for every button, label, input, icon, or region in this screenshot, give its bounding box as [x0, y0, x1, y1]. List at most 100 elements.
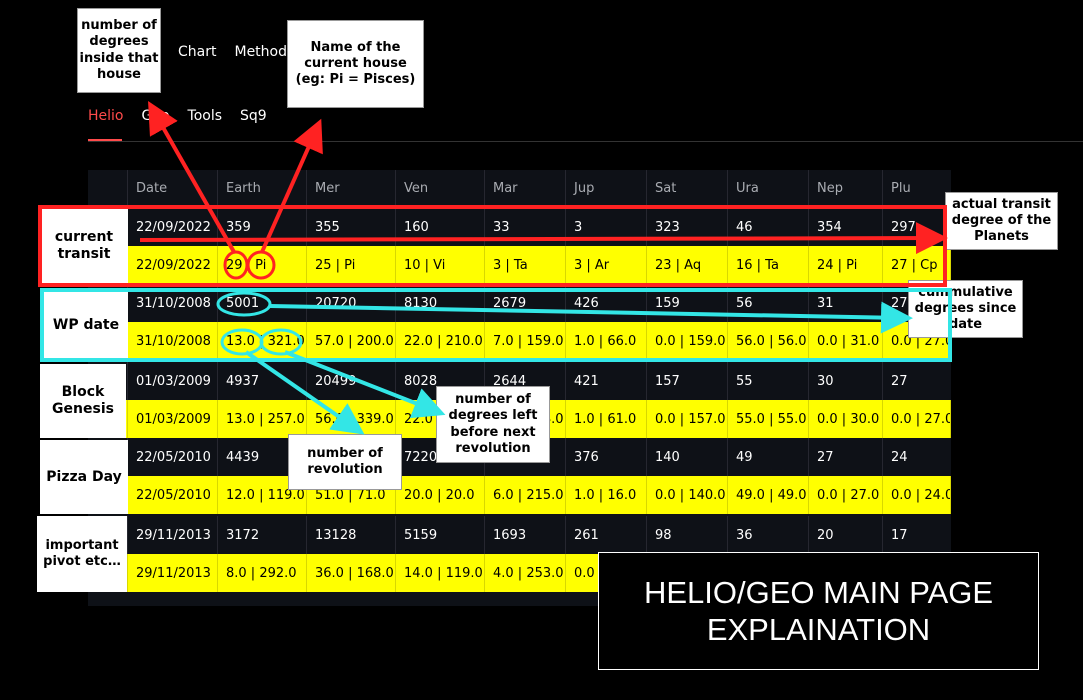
table-cell[interactable]: 376 [566, 438, 647, 476]
table-cell[interactable]: 1.0 | 66.0 [566, 322, 647, 360]
table-cell[interactable]: 31 [809, 284, 883, 322]
table-cell[interactable]: 3 | Ar [566, 246, 647, 284]
header-cell[interactable]: Ura [728, 170, 809, 206]
table-cell[interactable]: 0.0 | 140.0 [647, 476, 728, 514]
table-cell[interactable]: 6.0 | 215.0 [485, 476, 566, 514]
table-cell[interactable]: 98 [647, 516, 728, 554]
table-cell[interactable]: 14.0 | 119.0 [396, 554, 485, 592]
table-cell[interactable]: 0.0 | 30.0 [809, 400, 883, 438]
table-row[interactable]: 22/05/2010 12.0 | 119.0 51.0 | 71.0 20.0 | … [88, 476, 951, 514]
table-cell[interactable]: 426 [566, 284, 647, 322]
header-cell[interactable]: Nep [809, 170, 883, 206]
table-cell[interactable]: 5159 [396, 516, 485, 554]
header-cell[interactable]: Mer [307, 170, 396, 206]
table-cell[interactable]: 56.0 | 339.0 [307, 400, 396, 438]
table-cell[interactable]: 29 | Pi [218, 246, 307, 284]
table-cell[interactable]: 0.0 | 157.0 [647, 400, 728, 438]
table-cell[interactable]: 13128 [307, 516, 396, 554]
table-cell[interactable]: 16 | Ta [728, 246, 809, 284]
nav-chart[interactable]: Chart [178, 44, 216, 60]
table-cell[interactable]: 25 | Pi [307, 246, 396, 284]
table-cell[interactable]: 0.0 | 27.0 [809, 476, 883, 514]
table-cell[interactable]: 55 [728, 362, 809, 400]
table-cell[interactable]: 2679 [485, 284, 566, 322]
tab-tools[interactable]: Tools [188, 108, 223, 124]
table-cell[interactable]: 5001 [218, 284, 307, 322]
table-cell[interactable]: 56 [728, 284, 809, 322]
table-row[interactable]: 22/09/2022 359 355 160 33 3 323 46 354 297 [88, 208, 951, 246]
table-cell[interactable]: 56.0 | 56.0 [728, 322, 809, 360]
table-cell[interactable]: 22.0 | 210.0 [396, 322, 485, 360]
table-cell[interactable]: 36.0 | 168.0 [307, 554, 396, 592]
table-cell[interactable]: 27 [809, 438, 883, 476]
table-cell[interactable]: 49 [728, 438, 809, 476]
table-cell[interactable]: 421 [566, 362, 647, 400]
table-cell[interactable]: 24 | Pi [809, 246, 883, 284]
table-cell[interactable]: 20499 [307, 362, 396, 400]
table-cell[interactable]: 140 [647, 438, 728, 476]
header-cell[interactable]: Ven [396, 170, 485, 206]
table-cell[interactable]: 3172 [218, 516, 307, 554]
table-cell[interactable]: 20 [809, 516, 883, 554]
table-cell[interactable]: 157 [647, 362, 728, 400]
table-cell[interactable]: 22/05/2010 [128, 438, 218, 476]
table-cell[interactable]: 355 [307, 208, 396, 246]
table-cell[interactable]: 27 | Cp [883, 246, 951, 284]
table-cell[interactable]: 17 [883, 516, 951, 554]
table-cell[interactable]: 27 [883, 362, 951, 400]
table-cell[interactable]: 323 [647, 208, 728, 246]
table-cell[interactable]: 4.0 | 253.0 [485, 554, 566, 592]
table-row[interactable]: 22/09/2022 29 | Pi 25 | Pi 10 | Vi 3 | Ta 3 |… [88, 246, 951, 284]
table-cell[interactable]: 0.0 | 31.0 [809, 322, 883, 360]
tab-sq9[interactable]: Sq9 [240, 108, 267, 124]
table-cell[interactable]: 13.0 | 321.0 [218, 322, 307, 360]
table-cell[interactable]: 359 [218, 208, 307, 246]
table-cell[interactable]: 01/03/2009 [128, 400, 218, 438]
header-cell[interactable]: Mar [485, 170, 566, 206]
table-cell[interactable]: 49.0 | 49.0 [728, 476, 809, 514]
table-cell[interactable]: 22/05/2010 [128, 476, 218, 514]
tab-helio[interactable]: Helio [88, 108, 124, 124]
table-cell[interactable]: 29/11/2013 [128, 554, 218, 592]
table-cell[interactable]: 160 [396, 208, 485, 246]
table-row[interactable]: 31/10/2008 13.0 | 321.0 57.0 | 200.0 22.0 |… [88, 322, 951, 360]
table-cell[interactable]: 24 [883, 438, 951, 476]
table-cell[interactable]: 01/03/2009 [128, 362, 218, 400]
table-cell[interactable]: 31/10/2008 [128, 284, 218, 322]
header-cell[interactable]: Sat [647, 170, 728, 206]
nav-method[interactable]: Method [234, 44, 287, 60]
table-cell[interactable]: 297 [883, 208, 951, 246]
table-cell[interactable]: 8.0 | 292.0 [218, 554, 307, 592]
table-cell[interactable]: 0.0 | 27.0 [883, 400, 951, 438]
tab-geo[interactable]: Geo [142, 108, 170, 124]
table-cell[interactable]: 3 [566, 208, 647, 246]
table-cell[interactable]: 261 [566, 516, 647, 554]
header-cell[interactable]: Plu [883, 170, 951, 206]
table-cell[interactable]: 55.0 | 55.0 [728, 400, 809, 438]
table-cell[interactable]: 3 | Ta [485, 246, 566, 284]
header-cell[interactable]: Earth [218, 170, 307, 206]
table-cell[interactable]: 20.0 | 20.0 [396, 476, 485, 514]
table-cell[interactable]: 10 | Vi [396, 246, 485, 284]
table-cell[interactable]: 31/10/2008 [128, 322, 218, 360]
table-row[interactable]: 31/10/2008 5001 20720 8130 2679 426 159 56 31 27 [88, 284, 951, 322]
table-cell[interactable]: 20720 [307, 284, 396, 322]
table-cell[interactable]: 33 [485, 208, 566, 246]
table-cell[interactable]: 13.0 | 257.0 [218, 400, 307, 438]
table-row[interactable]: 29/11/2013 3172 13128 5159 1693 261 98 36 20 17 [88, 516, 951, 554]
table-cell[interactable]: 1.0 | 16.0 [566, 476, 647, 514]
table-cell[interactable]: 36 [728, 516, 809, 554]
table-cell[interactable]: 354 [809, 208, 883, 246]
header-cell[interactable]: Jup [566, 170, 647, 206]
table-cell[interactable]: 8130 [396, 284, 485, 322]
table-cell[interactable]: 46 [728, 208, 809, 246]
header-cell[interactable]: Date [128, 170, 218, 206]
table-cell[interactable]: 0.0 | 24.0 [883, 476, 951, 514]
table-cell[interactable]: 22/09/2022 [128, 208, 218, 246]
table-cell[interactable]: 1693 [485, 516, 566, 554]
table-cell[interactable]: 4937 [218, 362, 307, 400]
table-cell[interactable]: 29/11/2013 [128, 516, 218, 554]
table-cell[interactable]: 1.0 | 61.0 [566, 400, 647, 438]
table-cell[interactable]: 22/09/2022 [128, 246, 218, 284]
table-cell[interactable]: 0.0 | 159.0 [647, 322, 728, 360]
